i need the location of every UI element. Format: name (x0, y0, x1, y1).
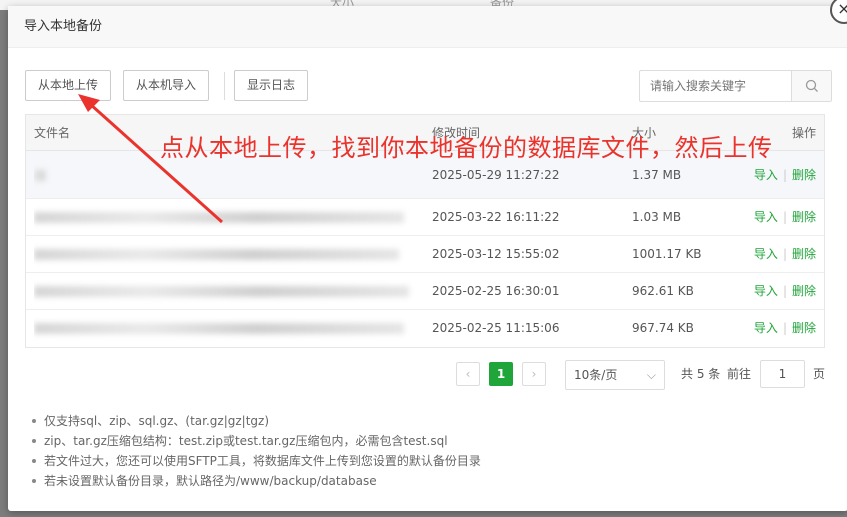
action-separator: | (782, 284, 787, 298)
row-actions: 导入 | 删除 (754, 236, 816, 273)
search-box (639, 70, 832, 102)
table-row: 2025-02-25 11:15:06 967.74 KB 导入 | 删除 (26, 310, 824, 347)
note-item: zip、tar.gz压缩包结构：test.zip或test.tar.gz压缩包内… (32, 431, 481, 451)
row-actions: 导入 | 删除 (754, 273, 816, 310)
page-size-value: 10条/页 (574, 368, 618, 382)
table-row: 2025-02-25 16:30:01 962.61 KB 导入 | 删除 (26, 273, 824, 310)
import-link[interactable]: 导入 (754, 210, 778, 224)
file-size: 1.03 MB (632, 210, 682, 224)
search-input[interactable] (640, 71, 790, 101)
modified-time: 2025-02-25 16:30:01 (432, 284, 560, 298)
delete-link[interactable]: 删除 (792, 168, 816, 182)
page-size-select[interactable]: 10条/页 ⌵ (565, 360, 665, 390)
page-1-button[interactable]: 1 (489, 362, 513, 386)
file-size: 967.74 KB (632, 321, 694, 335)
filename-redacted (34, 199, 424, 236)
total-count: 共 5 条 (681, 367, 721, 381)
action-separator: | (782, 321, 787, 335)
goto-page-input[interactable]: 1 (760, 360, 805, 388)
modified-time: 2025-03-12 15:55:02 (432, 247, 560, 261)
import-from-server-button[interactable]: 从本机导入 (123, 70, 210, 101)
search-icon (805, 79, 818, 92)
delete-link[interactable]: 删除 (792, 210, 816, 224)
notes-list: 仅支持sql、zip、sql.gz、(tar.gz|gz|tgz) zip、ta… (32, 411, 481, 491)
action-separator: | (782, 210, 787, 224)
modified-time: 2025-03-22 16:11:22 (432, 210, 560, 224)
upload-from-local-button[interactable]: 从本地上传 (25, 70, 112, 101)
dialog-title: 导入本地备份 (8, 6, 847, 48)
modified-time: 2025-02-25 11:15:06 (432, 321, 560, 335)
delete-link[interactable]: 删除 (792, 247, 816, 261)
delete-link[interactable]: 删除 (792, 284, 816, 298)
search-button[interactable] (791, 71, 831, 101)
pagination: ‹ 1 › 10条/页 ⌵ 共 5 条 前往 1 页 (8, 360, 847, 390)
note-item: 若未设置默认备份目录，默认路径为/www/backup/database (32, 471, 481, 491)
chevron-down-icon: ⌵ (646, 368, 656, 382)
file-size: 962.61 KB (632, 284, 694, 298)
row-actions: 导入 | 删除 (754, 199, 816, 236)
note-item: 若文件过大，您还可以使用SFTP工具，将数据库文件上传到您设置的默认备份目录 (32, 451, 481, 471)
import-link[interactable]: 导入 (754, 284, 778, 298)
table-row: 2025-03-12 15:55:02 1001.17 KB 导入 | 删除 (26, 236, 824, 273)
prev-page-button[interactable]: ‹ (456, 362, 480, 386)
annotation-text: 点从本地上传，找到你本地备份的数据库文件，然后上传 (160, 134, 773, 162)
note-item: 仅支持sql、zip、sql.gz、(tar.gz|gz|tgz) (32, 411, 481, 431)
filename-redacted (34, 310, 424, 347)
goto-label: 前往 (727, 367, 752, 381)
import-local-backup-dialog: 导入本地备份 × 从本地上传 从本机导入 显示日志 文件名 修改时间 大小 操作… (8, 0, 847, 511)
delete-link[interactable]: 删除 (792, 321, 816, 335)
import-link[interactable]: 导入 (754, 321, 778, 335)
filename-redacted (34, 236, 424, 273)
header-operation: 操作 (791, 126, 816, 140)
table-row: 2025-03-22 16:11:22 1.03 MB 导入 | 删除 (26, 199, 824, 236)
toolbar-divider (224, 72, 225, 100)
next-page-button[interactable]: › (522, 362, 546, 386)
import-link[interactable]: 导入 (754, 247, 778, 261)
import-link[interactable]: 导入 (754, 168, 778, 182)
action-separator: | (782, 168, 787, 182)
show-log-button[interactable]: 显示日志 (234, 70, 309, 101)
filename-redacted (34, 273, 424, 310)
file-size: 1001.17 KB (632, 247, 702, 261)
action-separator: | (782, 247, 787, 261)
page-unit-label: 页 (813, 367, 826, 381)
row-actions: 导入 | 删除 (754, 310, 816, 347)
toolbar: 从本地上传 从本机导入 显示日志 (25, 70, 832, 102)
